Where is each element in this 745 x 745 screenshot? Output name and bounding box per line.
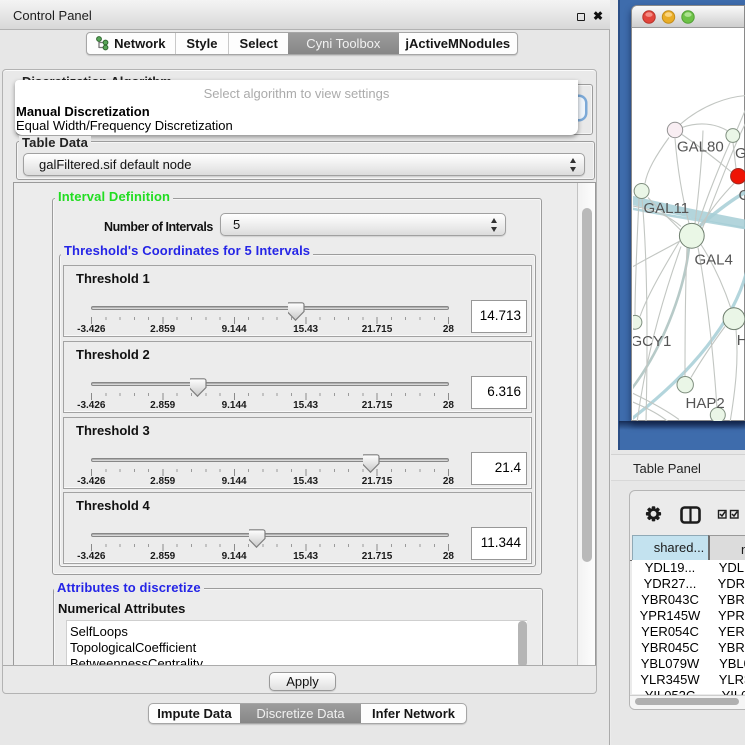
svg-text:GAL4: GAL4 — [695, 252, 733, 269]
svg-text:GA: GA — [735, 145, 745, 162]
svg-text:GAL11: GAL11 — [644, 200, 690, 217]
svg-text:GAL80: GAL80 — [677, 139, 724, 156]
svg-text:H: H — [737, 332, 745, 349]
svg-text:CY: CY — [739, 187, 745, 204]
svg-text:HAP2: HAP2 — [686, 395, 725, 412]
svg-text:GCY1: GCY1 — [633, 333, 671, 350]
